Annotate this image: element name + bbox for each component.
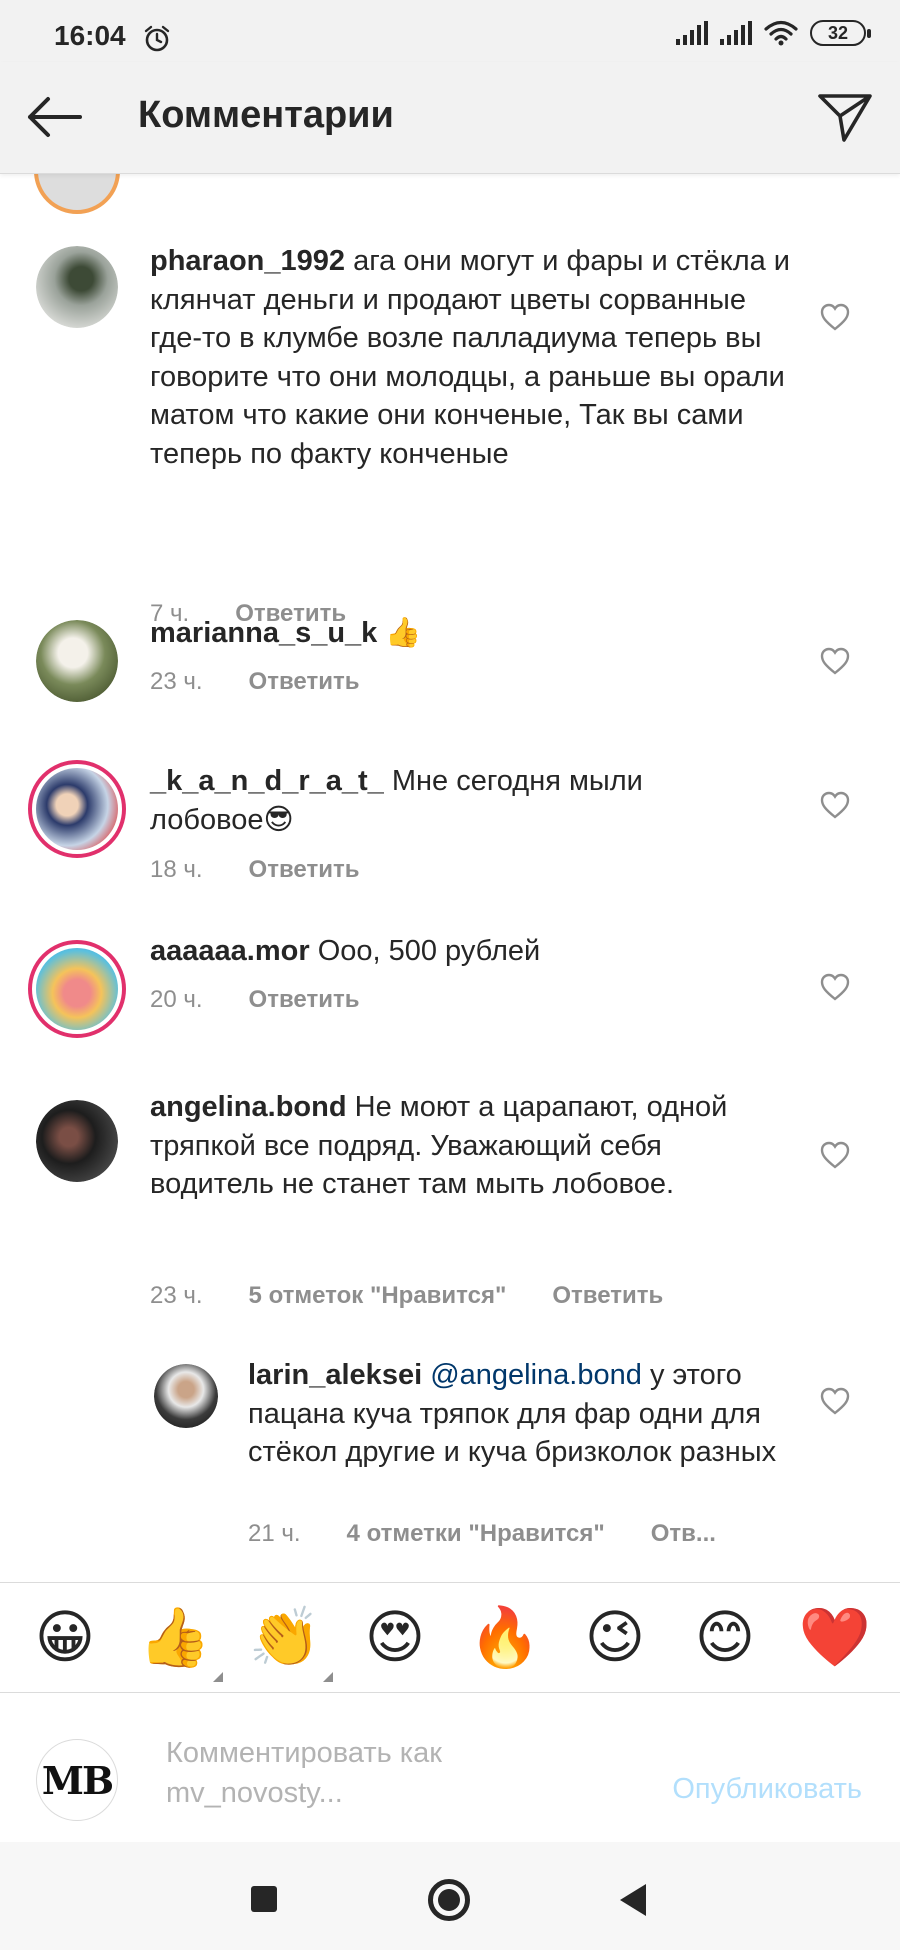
avatar: MB <box>36 1739 118 1821</box>
comment-meta: 23 ч. Ответить <box>150 668 359 696</box>
avatar[interactable] <box>36 246 118 328</box>
comment-message: Ооо, 500 рублей <box>317 935 541 967</box>
paper-plane-icon[interactable] <box>816 90 874 144</box>
avatar[interactable] <box>28 760 126 858</box>
heart-icon[interactable] <box>819 972 851 1002</box>
comment-time: 21 ч. <box>248 1520 301 1547</box>
comment-text: larin_aleksei @angelina.bond у этого пац… <box>248 1356 788 1472</box>
reply-button[interactable]: Ответить <box>249 856 360 884</box>
emoji-clap-button[interactable]: 👏 <box>245 1598 333 1682</box>
comment-message: 👍 <box>385 617 422 649</box>
comments-list: pharaon_1992 ага они могут и фары и стёк… <box>0 174 900 1582</box>
signal-icon <box>676 21 708 45</box>
skin-tone-indicator <box>323 1671 333 1682</box>
reply-button[interactable]: Отв... <box>651 1520 716 1548</box>
avatar[interactable] <box>34 174 120 214</box>
reply-button[interactable]: Ответить <box>249 668 360 696</box>
comment-username[interactable]: _k_a_n_d_r_a_t_ <box>150 765 384 797</box>
emoji-wink-button[interactable]: 😉 <box>575 1598 655 1678</box>
page-title: Комментарии <box>138 94 394 136</box>
emoji-quick-bar: 😀 👍 👏 😍 🔥 😉 😊 ❤️ <box>0 1582 900 1692</box>
emoji-grinning-button[interactable]: 😀 <box>25 1598 105 1678</box>
home-circle-icon[interactable] <box>428 1879 470 1921</box>
emoji-fire-button[interactable]: 🔥 <box>465 1598 545 1678</box>
comment-meta: 21 ч. 4 отметки "Нравится" Отв... <box>248 1520 716 1548</box>
comment-time: 23 ч. <box>150 668 203 695</box>
comment-username[interactable]: pharaon_1992 <box>150 245 345 277</box>
reply-button[interactable]: Ответить <box>552 1282 663 1310</box>
comment-time: 18 ч. <box>150 856 203 883</box>
arrow-left-icon[interactable] <box>24 92 84 142</box>
comment-text: marianna_s_u_k 👍 <box>150 614 790 653</box>
emoji-red-heart-button[interactable]: ❤️ <box>795 1598 875 1678</box>
status-bar: 16:04 32 <box>0 0 900 62</box>
likes-count[interactable]: 4 отметки "Нравится" <box>347 1520 605 1548</box>
comment-mention[interactable]: @angelina.bond <box>430 1359 642 1391</box>
comment-username[interactable]: marianna_s_u_k <box>150 617 377 649</box>
wifi-icon <box>764 20 798 46</box>
likes-count[interactable]: 5 отметок "Нравится" <box>249 1282 507 1310</box>
comment-meta: 23 ч. 5 отметок "Нравится" Ответить <box>150 1282 663 1310</box>
comment-username[interactable]: aaaaaa.mor <box>150 935 310 967</box>
signal-icon <box>720 21 752 45</box>
reply-button[interactable]: Ответить <box>249 986 360 1014</box>
heart-icon[interactable] <box>819 302 851 332</box>
comment-composer: MB Комментировать как mv_novosty... Опуб… <box>0 1692 900 1842</box>
comment-message: ага они могут и фары и стёкла и клянчат … <box>150 245 791 470</box>
emoji-thumbs-up-button[interactable]: 👍 <box>135 1598 223 1682</box>
comment-username[interactable]: larin_aleksei <box>248 1359 422 1391</box>
comment-time: 20 ч. <box>150 986 203 1013</box>
avatar[interactable] <box>154 1364 218 1428</box>
header: Комментарии <box>0 62 900 174</box>
alarm-icon <box>144 25 170 52</box>
back-triangle-icon[interactable] <box>620 1884 646 1916</box>
comment-input-placeholder: mv_novosty... <box>166 1777 343 1809</box>
comment-meta: 20 ч. Ответить <box>150 986 359 1014</box>
avatar[interactable] <box>36 1100 118 1182</box>
publish-button[interactable]: Опубликовать <box>672 1773 862 1806</box>
comment-input[interactable]: Комментировать как mv_novosty... <box>166 1733 506 1813</box>
avatar[interactable] <box>28 940 126 1038</box>
skin-tone-indicator <box>213 1671 223 1682</box>
comment-meta: 18 ч. Ответить <box>150 856 359 884</box>
heart-icon[interactable] <box>819 1140 851 1170</box>
heart-icon[interactable] <box>819 1386 851 1416</box>
avatar[interactable] <box>36 620 118 702</box>
emoji-heart-eyes-button[interactable]: 😍 <box>355 1598 435 1678</box>
comment-text: angelina.bond Не моют а царапают, одной … <box>150 1088 790 1204</box>
comment-text: _k_a_n_d_r_a_t_ Мне сегодня мыли лобовое… <box>150 762 710 839</box>
recents-square-icon[interactable] <box>251 1886 277 1912</box>
comment-text: aaaaaa.mor Ооо, 500 рублей <box>150 932 790 971</box>
emoji-smile-button[interactable]: 😊 <box>685 1598 765 1678</box>
comment-time: 23 ч. <box>150 1282 203 1309</box>
heart-icon[interactable] <box>819 790 851 820</box>
system-nav-bar <box>0 1842 900 1950</box>
status-time: 16:04 <box>54 20 126 51</box>
battery-level: 32 <box>827 22 849 43</box>
comment-input-placeholder: Комментировать как <box>166 1737 442 1769</box>
comment-text: pharaon_1992 ага они могут и фары и стёк… <box>150 242 790 473</box>
comment-username[interactable]: angelina.bond <box>150 1091 347 1123</box>
heart-icon[interactable] <box>819 646 851 676</box>
status-icons: 32 <box>676 18 871 48</box>
battery-icon: 32 <box>810 20 871 46</box>
